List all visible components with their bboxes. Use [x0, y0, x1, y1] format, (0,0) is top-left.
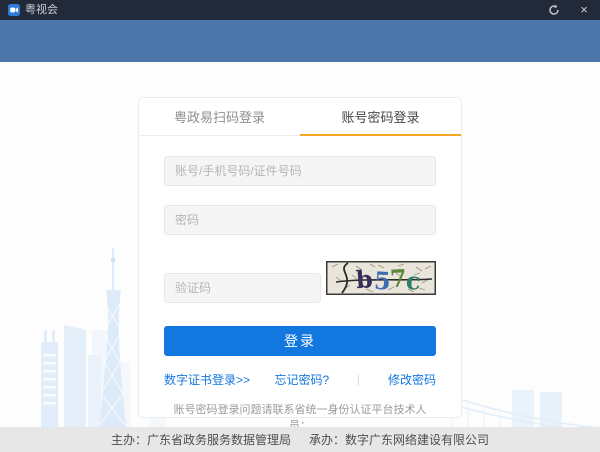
footer-organizer: 承办：数字广东网络建设有限公司	[309, 431, 489, 448]
refresh-button[interactable]	[546, 2, 562, 18]
video-app-icon	[8, 4, 20, 16]
main-area: 粤政易扫码登录 账号密码登录	[0, 62, 600, 427]
links-row: 数字证书登录>> 忘记密码? | 修改密码	[164, 371, 436, 388]
titlebar: 粤视会 ×	[0, 0, 600, 20]
refresh-icon	[548, 4, 560, 16]
tab-scan-login[interactable]: 粤政易扫码登录	[139, 98, 300, 135]
login-card: 粤政易扫码登录 账号密码登录	[138, 97, 462, 418]
forgot-password-link[interactable]: 忘记密码?	[274, 371, 329, 388]
footer-bar: 主办：广东省政务服务数据管理局 承办：数字广东网络建设有限公司	[0, 427, 600, 452]
password-input[interactable]	[164, 205, 436, 235]
captcha-char-1: b	[355, 264, 374, 294]
account-input[interactable]	[164, 156, 436, 186]
login-button[interactable]: 登录	[164, 326, 436, 356]
footer-host: 主办：广东省政务服务数据管理局	[111, 431, 291, 448]
captcha-char-4: c	[405, 266, 422, 295]
digital-cert-login-link[interactable]: 数字证书登录>>	[164, 371, 250, 388]
link-separator: |	[357, 374, 360, 386]
close-button[interactable]: ×	[576, 2, 592, 18]
titlebar-left: 粤视会	[8, 0, 58, 20]
window-title: 粤视会	[25, 0, 58, 20]
close-icon: ×	[580, 2, 588, 18]
login-form: b 5 7 c 登录 数字证书登录>> 忘记密码? | 修改密码 账号密码登录问…	[139, 156, 461, 433]
captcha-image[interactable]: b 5 7 c	[326, 261, 436, 295]
tab-password-login[interactable]: 账号密码登录	[300, 98, 461, 135]
change-password-link[interactable]: 修改密码	[388, 371, 436, 388]
captcha-input[interactable]	[164, 273, 321, 303]
app-window: 粤视会 ×	[0, 0, 600, 452]
titlebar-controls: ×	[546, 2, 592, 18]
login-tabs: 粤政易扫码登录 账号密码登录	[139, 98, 461, 136]
header-banner	[0, 20, 600, 62]
captcha-row: b 5 7 c	[164, 253, 436, 303]
